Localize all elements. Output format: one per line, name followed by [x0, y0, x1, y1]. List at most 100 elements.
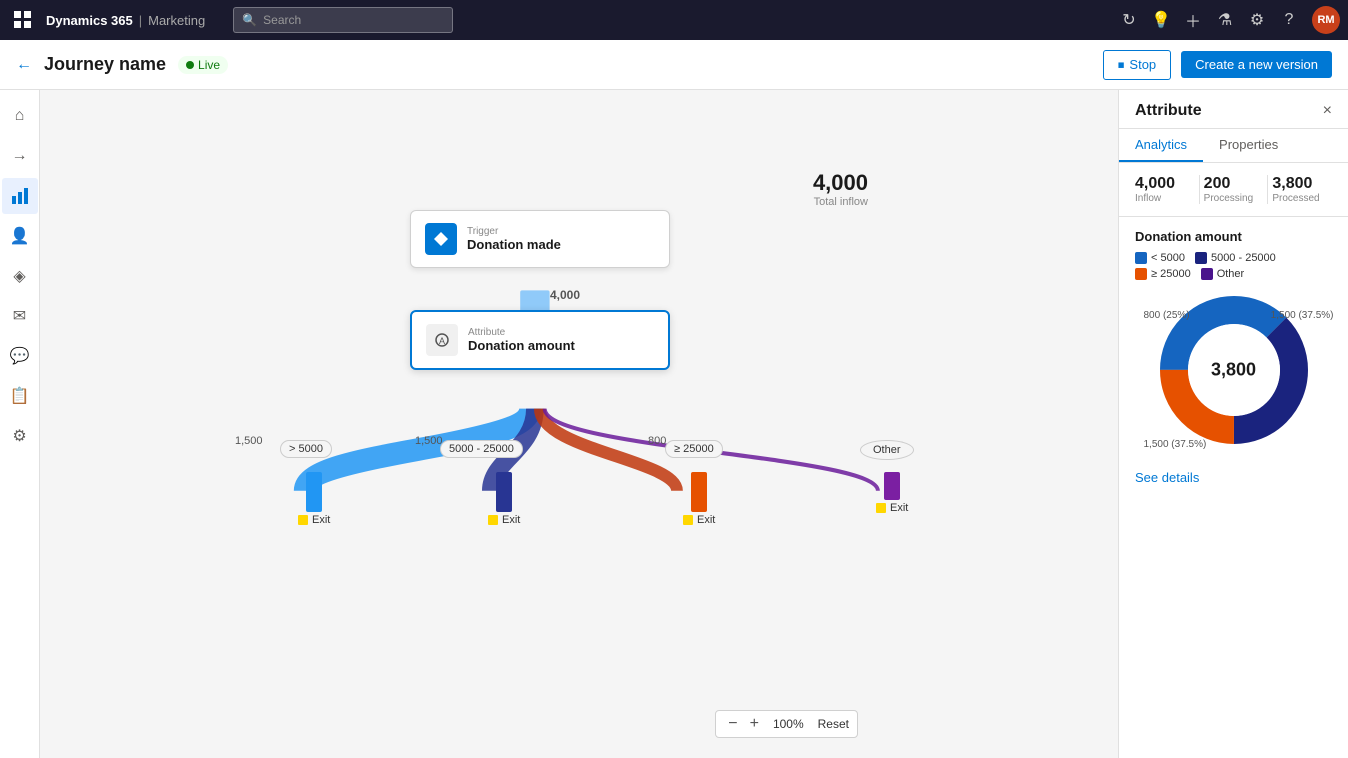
sidebar-item-email[interactable]: ✉ [2, 298, 38, 334]
back-button[interactable]: ← [16, 56, 32, 74]
journey-canvas: 4,000 Total inflow 4,000 [40, 90, 1118, 758]
exit-bar-3 [691, 472, 707, 512]
sidebar-item-settings[interactable]: ⚙ [2, 418, 38, 454]
attribute-node[interactable]: A Attribute Donation amount [410, 310, 670, 370]
inflow-stats: 4,000 Total inflow [813, 170, 868, 208]
panel-title: Attribute [1135, 102, 1202, 120]
attribute-icon: A [426, 324, 458, 356]
flow-count-label: 4,000 [550, 288, 580, 302]
branch4-label: Other [860, 440, 914, 460]
tab-analytics[interactable]: Analytics [1119, 129, 1203, 162]
trigger-node[interactable]: Trigger Donation made [410, 210, 670, 268]
sidebar-item-analytics[interactable] [2, 178, 38, 214]
exit-square-3 [683, 515, 693, 525]
branch3-count: 800 [648, 435, 666, 447]
legend-dot-0 [1135, 252, 1147, 264]
exit-bar-1 [306, 472, 322, 512]
create-version-button[interactable]: Create a new version [1181, 51, 1332, 78]
stat-divider-1 [1199, 175, 1200, 204]
donut-center-value: 3,800 [1211, 360, 1256, 381]
left-sidebar: ⌂ → 👤 ◈ ✉ 💬 📋 ⚙ [0, 90, 40, 758]
panel-header: Attribute × [1119, 90, 1348, 129]
zoom-in-button[interactable]: + [746, 715, 763, 733]
legend-dot-1 [1195, 252, 1207, 264]
refresh-icon[interactable]: ↻ [1120, 11, 1138, 29]
zoom-reset-button[interactable]: Reset [818, 717, 849, 731]
panel-chart-section: Donation amount < 5000 5000 - 25000 ≥ 25… [1119, 217, 1348, 462]
search-bar[interactable]: 🔍 Search [233, 7, 453, 33]
panel-tabs: Analytics Properties [1119, 129, 1348, 163]
chart-section-title: Donation amount [1135, 229, 1332, 244]
live-dot [186, 61, 194, 69]
exit-square-2 [488, 515, 498, 525]
exit-square-4 [876, 503, 886, 513]
filter-icon[interactable]: ⚗ [1216, 11, 1234, 29]
sidebar-item-journey[interactable]: → [2, 138, 38, 174]
zoom-out-button[interactable]: − [724, 715, 741, 733]
exit-label-3: Exit [683, 514, 715, 526]
exit-node-2: Exit [488, 472, 520, 526]
trigger-icon [425, 223, 457, 255]
inflow-value: 4,000 [813, 170, 868, 196]
user-avatar[interactable]: RM [1312, 6, 1340, 34]
live-status-badge: Live [178, 56, 228, 74]
page-title: Journey name [44, 54, 166, 75]
zoom-controls: − + 100% Reset [715, 710, 858, 738]
panel-close-button[interactable]: × [1323, 102, 1332, 120]
branch1-count: 1,500 [235, 435, 263, 447]
inflow-label: Total inflow [813, 196, 868, 208]
branch2-label: 5000 - 25000 [440, 440, 523, 458]
branch1-label: > 5000 [280, 440, 332, 458]
legend-dot-3 [1201, 268, 1213, 280]
main-layout: ⌂ → 👤 ◈ ✉ 💬 📋 ⚙ 4,000 Total inflow [0, 90, 1348, 758]
donut-label-tl: 800 (25%) [1144, 310, 1190, 321]
see-details-link[interactable]: See details [1119, 462, 1348, 493]
exit-node-4: Exit [876, 472, 908, 514]
sidebar-item-segments[interactable]: ◈ [2, 258, 38, 294]
settings-icon[interactable]: ⚙ [1248, 11, 1266, 29]
sidebar-item-chat[interactable]: 💬 [2, 338, 38, 374]
stat-inflow: 4,000 Inflow [1135, 175, 1195, 204]
chart-legend: < 5000 5000 - 25000 ≥ 25000 Other [1135, 252, 1332, 280]
attribute-node-text: Attribute Donation amount [468, 327, 575, 353]
exit-node-1: Exit [298, 472, 330, 526]
exit-bar-2 [496, 472, 512, 512]
exit-label-1: Exit [298, 514, 330, 526]
topbar-actions: ↻ 💡 ＋ ⚗ ⚙ ? RM [1120, 6, 1340, 34]
lightbulb-icon[interactable]: 💡 [1152, 11, 1170, 29]
exit-bar-4 [884, 472, 900, 500]
legend-item-2: ≥ 25000 [1135, 268, 1191, 280]
legend-item-0: < 5000 [1135, 252, 1185, 264]
secondbar: ← Journey name Live ⏹ Stop Create a new … [0, 40, 1348, 90]
legend-item-1: 5000 - 25000 [1195, 252, 1276, 264]
trigger-node-text: Trigger Donation made [467, 226, 561, 252]
branch3-label: ≥ 25000 [665, 440, 723, 458]
sidebar-item-reports[interactable]: 📋 [2, 378, 38, 414]
stat-processing: 200 Processing [1204, 175, 1264, 204]
exit-label-2: Exit [488, 514, 520, 526]
topbar: Dynamics 365 | Marketing 🔍 Search ↻ 💡 ＋ … [0, 0, 1348, 40]
apps-icon[interactable] [8, 5, 38, 35]
branch2-count: 1,500 [415, 435, 443, 447]
exit-label-4: Exit [876, 502, 908, 514]
donut-label-tr: 1,500 (37.5%) [1271, 310, 1334, 321]
search-icon: 🔍 [242, 13, 257, 27]
donut-label-bl: 1,500 (37.5%) [1144, 439, 1207, 450]
brand: Dynamics 365 | Marketing [46, 13, 205, 28]
donut-chart: 3,800 800 (25%) 1,500 (37.5%) 1,500 (37.… [1154, 290, 1314, 450]
secondbar-actions: ⏹ Stop Create a new version [1103, 50, 1332, 80]
sidebar-item-contacts[interactable]: 👤 [2, 218, 38, 254]
sidebar-item-home[interactable]: ⌂ [2, 98, 38, 134]
help-icon[interactable]: ? [1280, 11, 1298, 29]
stop-button[interactable]: ⏹ Stop [1103, 50, 1171, 80]
exit-node-3: Exit [683, 472, 715, 526]
flow-svg [40, 90, 1118, 758]
tab-properties[interactable]: Properties [1203, 129, 1294, 162]
add-icon[interactable]: ＋ [1184, 11, 1202, 29]
zoom-level: 100% [767, 717, 810, 731]
legend-dot-2 [1135, 268, 1147, 280]
panel-stats: 4,000 Inflow 200 Processing 3,800 Proces… [1119, 163, 1348, 217]
exit-square-1 [298, 515, 308, 525]
stop-icon: ⏹ [1118, 57, 1125, 73]
legend-item-3: Other [1201, 268, 1245, 280]
